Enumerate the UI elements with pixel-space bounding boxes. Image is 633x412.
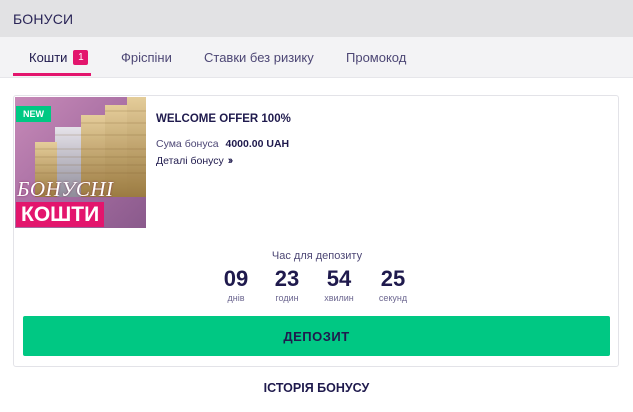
bonus-details-label: Деталі бонусу — [156, 155, 224, 167]
tab-bar: Кошти 1 Фріспіни Ставки без ризику Промо… — [0, 37, 633, 78]
tab-freespins-label: Фріспіни — [121, 49, 172, 65]
tab-funds[interactable]: Кошти 1 — [29, 37, 89, 77]
countdown-days-value: 09 — [223, 266, 249, 291]
tab-risk-free-bets-label: Ставки без ризику — [204, 49, 314, 65]
tab-promocode[interactable]: Промокод — [346, 37, 406, 77]
promo-image-text-line2: КОШТИ — [16, 202, 105, 227]
bonus-promo-image: NEW БОНУСНІ КОШТИ — [15, 97, 146, 228]
deposit-button[interactable]: ДЕПОЗИТ — [23, 316, 610, 356]
countdown-minutes-label: хвилин — [324, 293, 354, 303]
tab-funds-label: Кошти — [29, 49, 68, 65]
countdown-hours: 23 годин — [262, 266, 312, 303]
countdown-seconds-value: 25 — [380, 266, 406, 291]
countdown-seconds: 25 секунд — [368, 266, 418, 303]
tab-freespins[interactable]: Фріспіни — [121, 37, 172, 77]
new-badge: NEW — [16, 106, 51, 122]
countdown-days: 09 днів — [211, 266, 261, 303]
page-title: БОНУСИ — [13, 10, 74, 27]
tab-promocode-label: Промокод — [346, 49, 407, 65]
double-chevron-right-icon: ›› — [227, 155, 234, 167]
bonus-card: NEW БОНУСНІ КОШТИ WELCOME OFFER 100% Сум… — [13, 95, 619, 367]
promo-image-text-line1: БОНУСНІ — [17, 177, 114, 201]
tab-funds-count-badge: 1 — [73, 49, 89, 65]
countdown-days-label: днів — [227, 293, 245, 303]
deposit-timer-label: Час для депозиту — [271, 250, 363, 262]
countdown-minutes-value: 54 — [326, 266, 352, 291]
bonus-sum-label: Сума бонуса — [156, 138, 219, 150]
countdown-minutes: 54 хвилин — [314, 266, 364, 303]
bonus-history-link[interactable]: ІСТОРІЯ БОНУСУ — [0, 381, 633, 395]
countdown-seconds-label: секунд — [378, 293, 408, 303]
offer-title: WELCOME OFFER 100% — [156, 113, 291, 125]
header-bar: БОНУСИ — [0, 0, 633, 37]
countdown-hours-value: 23 — [274, 266, 300, 291]
bonus-sum-row: Сума бонуса 4000.00 UAH — [156, 138, 289, 150]
countdown-hours-label: годин — [275, 293, 299, 303]
bonus-details-link[interactable]: Деталі бонусу ›› — [156, 155, 234, 167]
active-tab-indicator — [13, 73, 91, 76]
tab-risk-free-bets[interactable]: Ставки без ризику — [204, 37, 314, 77]
bonus-sum-value: 4000.00 UAH — [225, 138, 290, 150]
